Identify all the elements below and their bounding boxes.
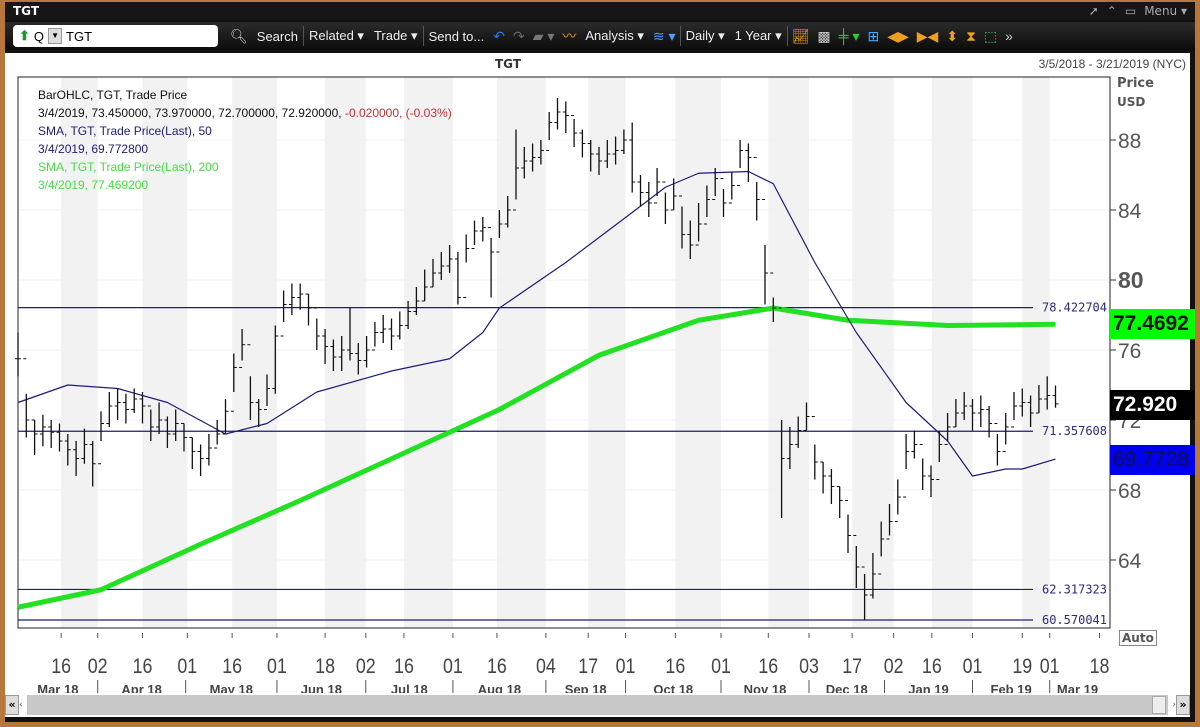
background-stripe (1022, 77, 1050, 628)
legend-ohlc-values: 3/4/2019, 73.450000, 73.970000, 72.70000… (38, 106, 452, 120)
sma50-price-tag: 69.7728 (1110, 445, 1195, 475)
background-stripe (496, 77, 546, 628)
background-stripe (232, 77, 277, 628)
level-label: 78.422704 (1042, 301, 1107, 315)
x-tick-label: 16 (922, 655, 942, 679)
scroll-track[interactable] (26, 695, 1169, 715)
level-label: 71.357608 (1042, 424, 1107, 438)
x-tick-label: 01 (711, 655, 731, 679)
background-stripe (931, 77, 973, 628)
last-price-tag: 72.920 (1110, 390, 1195, 420)
x-tick-label: 02 (356, 655, 376, 679)
x-tick-label: 17 (842, 655, 862, 679)
axis-title-price: Price (1117, 76, 1154, 91)
x-tick-label: 16 (394, 655, 414, 679)
background-stripe (768, 77, 809, 628)
legend-ohlc-title: BarOHLC, TGT, Trade Price (38, 88, 188, 102)
y-tick-label: 88 (1118, 130, 1141, 153)
legend-sma200-title: SMA, TGT, Trade Price(Last), 200 (38, 160, 219, 174)
x-tick-label: 16 (487, 655, 507, 679)
background-stripe (325, 77, 366, 628)
x-tick-label: 16 (133, 655, 153, 679)
x-tick-label: 01 (616, 655, 636, 679)
x-tick-label: 17 (578, 655, 598, 679)
x-tick-label: 01 (443, 655, 463, 679)
x-tick-label: 02 (884, 655, 904, 679)
x-tick-label: 16 (758, 655, 778, 679)
y-tick-label: 64 (1118, 550, 1142, 573)
y-tick-label: 80 (1118, 267, 1144, 293)
legend-sma50-title: SMA, TGT, Trade Price(Last), 50 (38, 124, 212, 138)
y-tick-label: 68 (1118, 480, 1141, 503)
legend-sma50-value: 3/4/2019, 69.772800 (38, 142, 149, 156)
x-tick-label: 01 (267, 655, 287, 679)
x-tick-label: 16 (222, 655, 242, 679)
x-tick-label: 18 (1090, 655, 1110, 679)
background-stripe (852, 77, 894, 628)
x-tick-label: 01 (963, 655, 983, 679)
scroll-start-button[interactable]: « (5, 695, 19, 715)
x-tick-label: 02 (88, 655, 108, 679)
y-tick-label: 76 (1118, 340, 1141, 363)
x-tick-label: 04 (536, 655, 556, 679)
x-tick-label: 03 (799, 655, 819, 679)
x-tick-label: 19 (1012, 655, 1032, 679)
scroll-thumb[interactable] (1152, 696, 1167, 714)
sma200-price-tag: 77.4692 (1110, 309, 1195, 339)
x-tick-label: 18 (315, 655, 335, 679)
chart-title: TGT (495, 57, 522, 71)
x-tick-label: 01 (177, 655, 197, 679)
scroll-left-icon[interactable]: ‹ (19, 700, 23, 710)
x-tick-label: 01 (1040, 655, 1060, 679)
level-label: 62.317323 (1042, 582, 1107, 596)
date-range: 3/5/2018 - 3/21/2019 (NYC) (1038, 57, 1186, 71)
background-stripe (403, 77, 453, 628)
legend-sma200-value: 3/4/2019, 77.469200 (38, 178, 149, 192)
axis-title-currency: USD (1117, 95, 1146, 109)
x-tick-label: 16 (665, 655, 685, 679)
x-tick-label: 16 (51, 655, 71, 679)
horizontal-scrollbar[interactable]: « ‹ › » (5, 693, 1190, 717)
scroll-end-button[interactable]: » (1176, 695, 1190, 715)
legend-ohlc-change: -0.020000, (-0.03%) (344, 106, 452, 120)
level-label: 60.570041 (1042, 613, 1107, 627)
legend-ohlc-prices: 3/4/2019, 73.450000, 73.970000, 72.70000… (38, 106, 342, 120)
background-stripe (675, 77, 722, 628)
chart-panel[interactable]: 64 68 72 76 80 84 88 78.422704 71.357608 62.31732… (5, 53, 1195, 698)
y-tick-label: 84 (1118, 200, 1142, 223)
auto-scale-button[interactable]: Auto (1119, 630, 1157, 646)
